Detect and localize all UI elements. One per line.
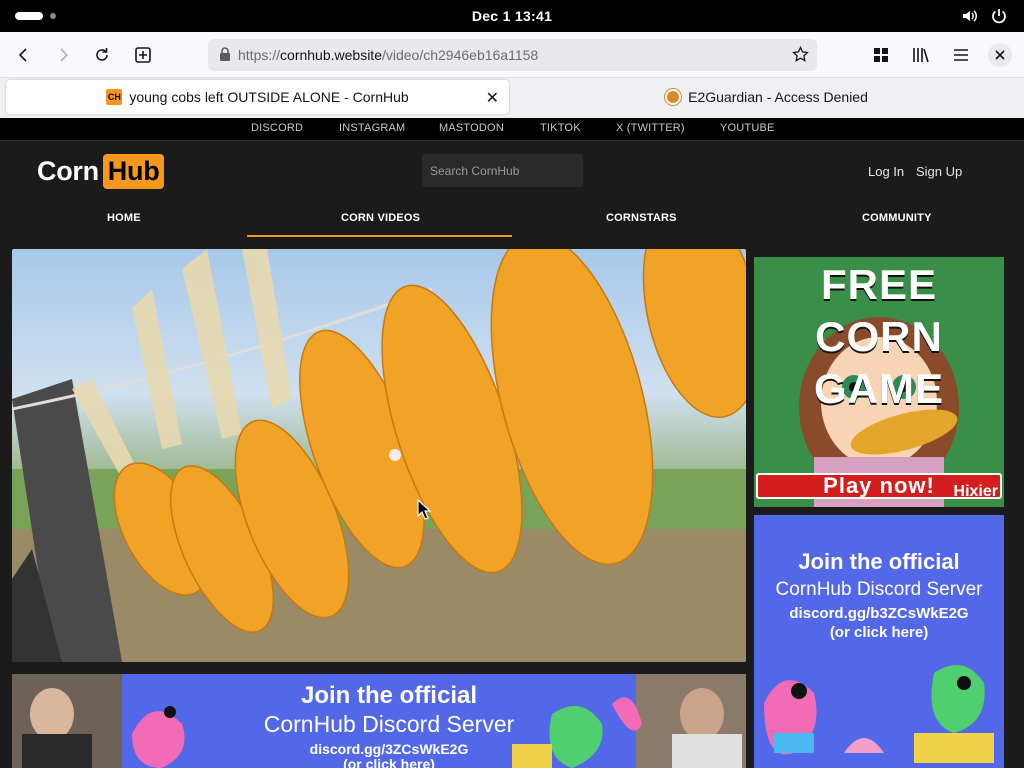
social-link-tiktok[interactable]: TIKTOK — [540, 122, 581, 134]
video-scrub-dot[interactable] — [389, 449, 401, 461]
corn-video-frame — [12, 249, 746, 662]
lock-icon[interactable] — [219, 47, 231, 62]
close-window-button[interactable] — [988, 43, 1012, 67]
power-icon[interactable] — [990, 7, 1008, 25]
cornhub-favicon-icon: CH — [106, 89, 123, 105]
e2guardian-favicon-icon — [664, 88, 683, 106]
url-bar[interactable]: https://cornhub.website/video/ch2946eb16… — [208, 39, 817, 71]
discord-ad-link[interactable]: discord.gg/b3ZCsWkE2G — [754, 605, 1004, 622]
discord-side-ad[interactable]: Join the official CornHub Discord Server… — [754, 515, 1004, 768]
nav-community[interactable]: COMMUNITY — [862, 212, 932, 224]
login-link[interactable]: Log In — [868, 164, 904, 179]
nav-corn-videos[interactable]: CORN VIDEOS — [341, 212, 420, 224]
banner-ad-title: Join the official — [300, 682, 477, 709]
browser-toolbar: https://cornhub.website/video/ch2946eb16… — [0, 32, 1024, 78]
forward-arrow-icon — [60, 48, 69, 62]
social-link-youtube[interactable]: YOUTUBE — [720, 122, 775, 134]
tab-close-icon[interactable]: ✕ — [486, 88, 499, 108]
mouse-pointer-icon — [417, 499, 431, 520]
site-header: Corn Hub Log In Sign Up HOME CORN VIDEOS… — [0, 140, 1024, 237]
new-tab-icon — [135, 47, 151, 63]
nav-cornstars[interactable]: CORNSTARS — [606, 212, 677, 224]
url-text[interactable]: https://cornhub.website/video/ch2946eb16… — [238, 47, 538, 63]
tab-strip: CH young cobs left OUTSIDE ALONE - CornH… — [0, 78, 1024, 118]
tab-e2guardian[interactable]: E2Guardian - Access Denied — [515, 80, 1018, 114]
signup-link[interactable]: Sign Up — [916, 164, 962, 179]
close-icon — [995, 50, 1005, 60]
discord-mascots-illustration — [764, 665, 994, 763]
ad-brand: Hixier — [953, 483, 998, 500]
social-link-twitter[interactable]: X (TWITTER) — [616, 122, 685, 134]
social-link-discord[interactable]: DISCORD — [251, 122, 303, 134]
social-link-mastodon[interactable]: MASTODON — [439, 122, 504, 134]
video-player[interactable] — [12, 249, 746, 662]
discord-ad-subtitle: CornHub Discord Server — [775, 579, 983, 600]
free-corn-game-ad[interactable]: FREE CORN GAME Play now! Hixier — [754, 257, 1004, 507]
forward-button[interactable] — [51, 43, 75, 67]
tab-title: E2Guardian - Access Denied — [688, 89, 868, 105]
banner-ad-click[interactable]: (or click here) — [122, 756, 656, 768]
grid-icon — [874, 48, 888, 62]
system-top-bar: Dec 1 13:41 — [0, 0, 1024, 32]
back-button[interactable] — [12, 43, 36, 67]
discord-ad-title: Join the official — [798, 549, 960, 574]
nav-home[interactable]: HOME — [107, 212, 141, 224]
banner-ad-subtitle: CornHub Discord Server — [263, 711, 515, 737]
discord-banner-ad[interactable]: Join the official CornHub Discord Server… — [12, 674, 746, 768]
ad-game-title: FREE CORN GAME — [814, 261, 944, 412]
back-arrow-icon — [18, 48, 27, 62]
active-nav-indicator — [247, 235, 512, 237]
extensions-button[interactable] — [869, 43, 893, 67]
reload-icon — [96, 48, 108, 61]
search-input[interactable] — [422, 154, 583, 187]
web-page: DISCORD INSTAGRAM MASTODON TIKTOK X (TWI… — [0, 118, 1024, 768]
site-logo[interactable]: Corn Hub — [37, 154, 165, 189]
reload-button[interactable] — [90, 43, 114, 67]
social-links-bar: DISCORD INSTAGRAM MASTODON TIKTOK X (TWI… — [0, 118, 1024, 140]
tab-title: young cobs left OUTSIDE ALONE - CornHub — [129, 89, 409, 105]
social-link-instagram[interactable]: INSTAGRAM — [339, 122, 405, 134]
bookmark-star-icon[interactable] — [792, 46, 809, 63]
menu-button[interactable] — [949, 43, 973, 67]
library-button[interactable] — [909, 43, 933, 67]
library-icon — [913, 48, 929, 63]
tab-cornhub[interactable]: CH young cobs left OUTSIDE ALONE - CornH… — [6, 80, 509, 114]
hamburger-icon — [954, 49, 968, 61]
clock[interactable]: Dec 1 13:41 — [0, 8, 1024, 24]
volume-icon[interactable] — [961, 7, 979, 25]
new-tab-button[interactable] — [131, 43, 155, 67]
banner-ad-link[interactable]: discord.gg/3ZCsWkE2G — [122, 741, 656, 757]
